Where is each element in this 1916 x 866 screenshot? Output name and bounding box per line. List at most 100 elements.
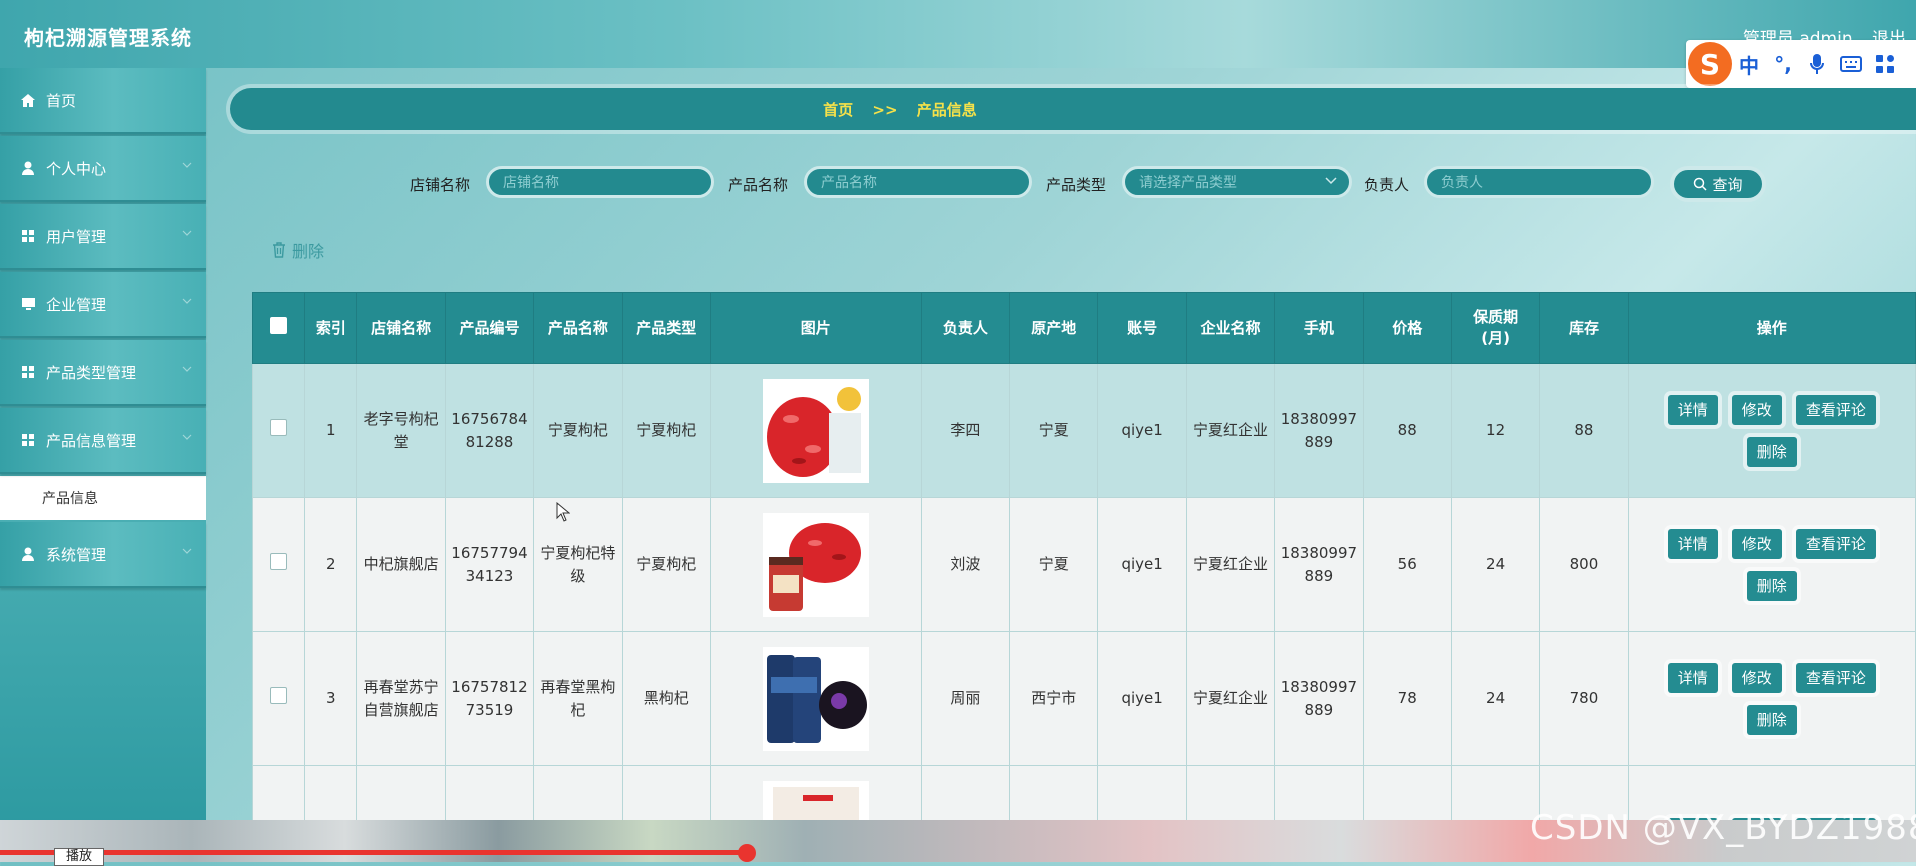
ime-apps-icon[interactable] (1868, 54, 1902, 74)
column-header[interactable]: 图片 (709, 292, 922, 364)
detail-button[interactable]: 详情 (1667, 662, 1718, 693)
row-select-cell (252, 363, 306, 498)
column-header[interactable]: 产品类型 (621, 292, 711, 364)
column-header[interactable]: 负责人 (920, 292, 1011, 364)
row-checkbox[interactable] (270, 418, 288, 436)
query-label: 查询 (1712, 175, 1743, 194)
cell-name: 再春堂黑枸杞 (533, 631, 623, 766)
product-image[interactable] (762, 780, 869, 825)
row-select-cell (252, 631, 306, 766)
select-all-checkbox[interactable] (270, 316, 288, 334)
product-image[interactable] (762, 512, 869, 617)
column-header-shelf-life[interactable]: 保质期 (月) (1450, 292, 1541, 364)
cell-phone: 18380997889 (1274, 631, 1364, 766)
sogou-logo-icon[interactable]: S (1688, 42, 1732, 86)
product-name-input[interactable]: 产品名称 (804, 166, 1032, 198)
column-header[interactable]: 手机 (1274, 292, 1364, 364)
cell-shelf: 12 (1450, 363, 1541, 498)
row-checkbox[interactable] (270, 552, 288, 570)
column-header[interactable]: 原产地 (1009, 292, 1099, 364)
grid-icon (20, 364, 36, 380)
delete-button[interactable]: 删除 (1746, 704, 1797, 735)
cell-shelf (1450, 765, 1541, 824)
sidebar-item-product-info[interactable]: 产品信息管理 (0, 408, 206, 474)
ime-toolbar: S 中 °, (1686, 40, 1916, 88)
watermark-text: CSDN @VX_BYDZ1988 (1530, 808, 1916, 848)
sidebar-item-system[interactable]: 系统管理 (0, 522, 206, 588)
chevron-down-icon (182, 434, 192, 440)
column-header[interactable]: 库存 (1539, 292, 1629, 364)
ime-punctuation-toggle[interactable]: °, (1766, 52, 1800, 76)
column-header[interactable]: 企业名称 (1185, 292, 1276, 364)
cell-owner: 李四 (920, 363, 1011, 498)
shelf-header-line2: (月) (1481, 329, 1510, 347)
sidebar-item-label: 系统管理 (46, 545, 107, 564)
sidebar-item-label: 首页 (46, 91, 77, 110)
detail-button[interactable]: 详情 (1667, 528, 1718, 559)
sidebar-item-home[interactable]: 首页 (0, 68, 206, 134)
product-image[interactable] (762, 378, 869, 483)
sidebar-subitem-product-info[interactable]: 产品信息 (0, 476, 206, 520)
row-checkbox[interactable] (270, 686, 288, 704)
column-header[interactable]: 店铺名称 (356, 292, 446, 364)
app-title: 枸杞溯源管理系统 (24, 26, 192, 50)
row-actions: 详情 修改 查看评论 删除 (1647, 528, 1897, 601)
delete-button[interactable]: 删除 (1746, 570, 1797, 601)
column-header[interactable]: 索引 (304, 292, 358, 364)
column-header[interactable]: 产品名称 (533, 292, 623, 364)
owner-input[interactable]: 负责人 (1424, 166, 1654, 198)
product-image[interactable] (762, 646, 869, 751)
chevron-down-icon (182, 298, 192, 304)
table-row: 3 再春堂苏宁自营旗舰店 1675781273519 再春堂黑枸杞 黑枸杞 周丽… (252, 631, 1916, 766)
ime-chinese-toggle[interactable]: 中 (1732, 50, 1766, 79)
video-progress-handle[interactable] (738, 844, 756, 862)
cell-shop: 中杞旗舰店 (356, 497, 446, 632)
cell-image (709, 363, 922, 498)
delete-button[interactable]: 删除 (1746, 436, 1797, 467)
cell-account: qiye1 (1097, 363, 1187, 498)
microphone-icon[interactable] (1800, 53, 1834, 75)
view-comments-button[interactable]: 查看评论 (1795, 394, 1876, 425)
cell-shelf: 24 (1450, 631, 1541, 766)
cell-type (621, 765, 711, 824)
view-comments-button[interactable]: 查看评论 (1795, 662, 1876, 693)
cell-stock: 780 (1539, 631, 1629, 766)
table-header-row: 索引 店铺名称 产品编号 产品名称 产品类型 图片 负责人 原产地 账号 企业名… (252, 292, 1916, 364)
cell-index: 3 (304, 631, 358, 766)
query-button[interactable]: 查询 (1670, 166, 1766, 202)
keyboard-icon[interactable] (1834, 56, 1868, 72)
column-header[interactable]: 价格 (1362, 292, 1452, 364)
row-actions: 详情 修改 查看评论 删除 (1647, 394, 1897, 467)
cell-code: 1675781273519 (444, 631, 535, 766)
view-comments-button[interactable]: 查看评论 (1795, 528, 1876, 559)
column-header[interactable]: 账号 (1097, 292, 1187, 364)
breadcrumb-home[interactable]: 首页 (823, 101, 853, 119)
table-row: 2 中杞旗舰店 1675779434123 宁夏枸杞特级 宁夏枸杞 刘波 宁夏 … (252, 497, 1916, 632)
bulk-delete-label: 删除 (292, 242, 325, 261)
shop-name-input[interactable]: 店铺名称 (486, 166, 714, 198)
breadcrumb: 首页 >> 产品信息 (230, 88, 1916, 130)
grid-icon (20, 432, 36, 448)
bulk-delete-button[interactable]: 删除 (272, 238, 324, 262)
cell-company: 宁夏红企业 (1185, 631, 1276, 766)
product-type-select[interactable]: 请选择产品类型 (1122, 166, 1352, 198)
cell-image (709, 497, 922, 632)
column-header: 操作 (1627, 292, 1916, 364)
cell-code: 1675779434123 (444, 497, 535, 632)
sidebar-item-users[interactable]: 用户管理 (0, 204, 206, 270)
video-progress-bar[interactable] (0, 850, 747, 855)
cell-price: 78 (1362, 631, 1452, 766)
cell-owner (920, 765, 1011, 824)
sidebar-item-enterprise[interactable]: 企业管理 (0, 272, 206, 338)
edit-button[interactable]: 修改 (1731, 528, 1782, 559)
edit-button[interactable]: 修改 (1731, 662, 1782, 693)
top-header: 枸杞溯源管理系统 管理员 admin 退出 (0, 0, 1916, 68)
table-row: 1 老字号枸杞堂 1675678481288 宁夏枸杞 宁夏枸杞 李四 宁夏 q… (252, 363, 1916, 498)
chevron-down-icon (182, 548, 192, 554)
breadcrumb-inner: 首页 >> 产品信息 (823, 99, 977, 120)
detail-button[interactable]: 详情 (1667, 394, 1718, 425)
edit-button[interactable]: 修改 (1731, 394, 1782, 425)
column-header[interactable]: 产品编号 (444, 292, 535, 364)
sidebar-item-product-type[interactable]: 产品类型管理 (0, 340, 206, 406)
cell-shop: 老字号枸杞堂 (356, 363, 446, 498)
